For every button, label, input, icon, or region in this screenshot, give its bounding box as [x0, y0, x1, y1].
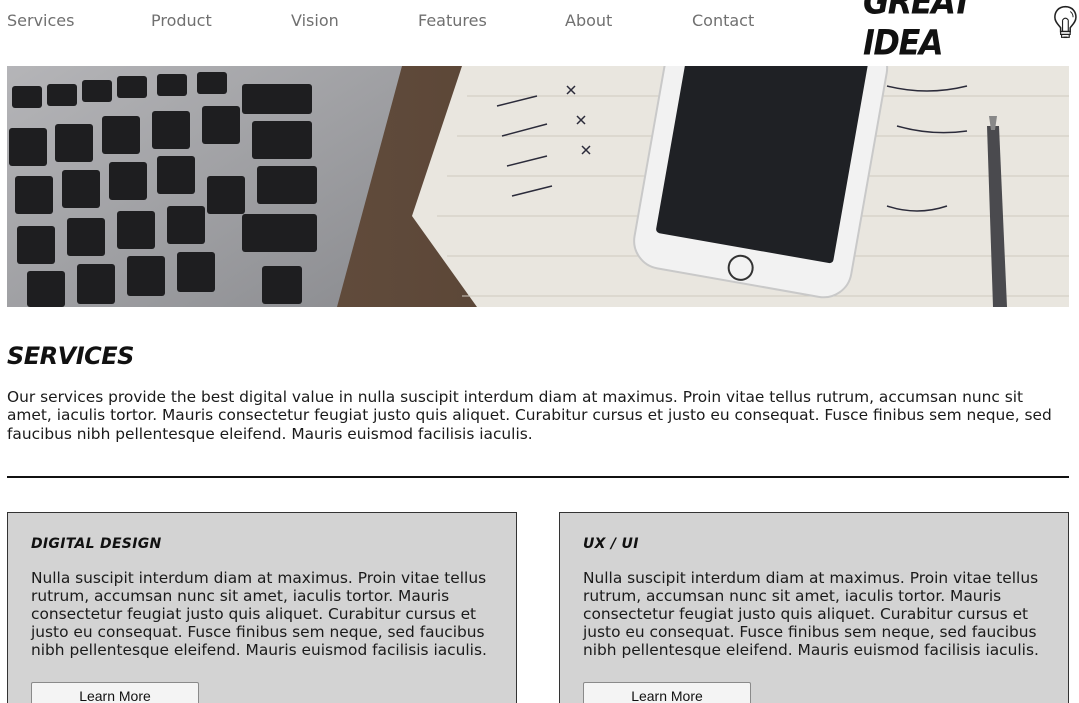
hero-image	[7, 66, 1069, 307]
nav-link-contact[interactable]: Contact	[692, 11, 754, 30]
card-title: DIGITAL DESIGN	[31, 536, 162, 552]
nav-link-about[interactable]: About	[565, 11, 612, 30]
top-nav: Services Product Vision Features About C…	[0, 0, 1079, 63]
service-card-digital-design: DIGITAL DESIGN Nulla suscipit interdum d…	[7, 512, 517, 703]
divider	[7, 476, 1069, 478]
learn-more-button[interactable]: Learn More	[31, 682, 199, 703]
card-text: Nulla suscipit interdum diam at maximus.…	[583, 569, 1039, 660]
service-card-ux-ui: UX / UI Nulla suscipit interdum diam at …	[559, 512, 1069, 703]
section-title: SERVICES	[7, 342, 134, 370]
logo-text: GREAT IDEA	[863, 0, 973, 64]
hero-photo	[7, 66, 1069, 307]
card-title: UX / UI	[583, 536, 639, 552]
nav-link-product[interactable]: Product	[151, 11, 212, 30]
learn-more-button[interactable]: Learn More	[583, 682, 751, 703]
card-text: Nulla suscipit interdum diam at maximus.…	[31, 569, 487, 660]
nav-link-services[interactable]: Services	[7, 11, 74, 30]
lightbulb-icon	[1054, 5, 1077, 39]
services-intro: Our services provide the best digital va…	[7, 388, 1052, 443]
brand-logo[interactable]: GREAT IDEA	[863, 0, 1079, 63]
nav-link-vision[interactable]: Vision	[291, 11, 339, 30]
nav-link-features[interactable]: Features	[418, 11, 487, 30]
